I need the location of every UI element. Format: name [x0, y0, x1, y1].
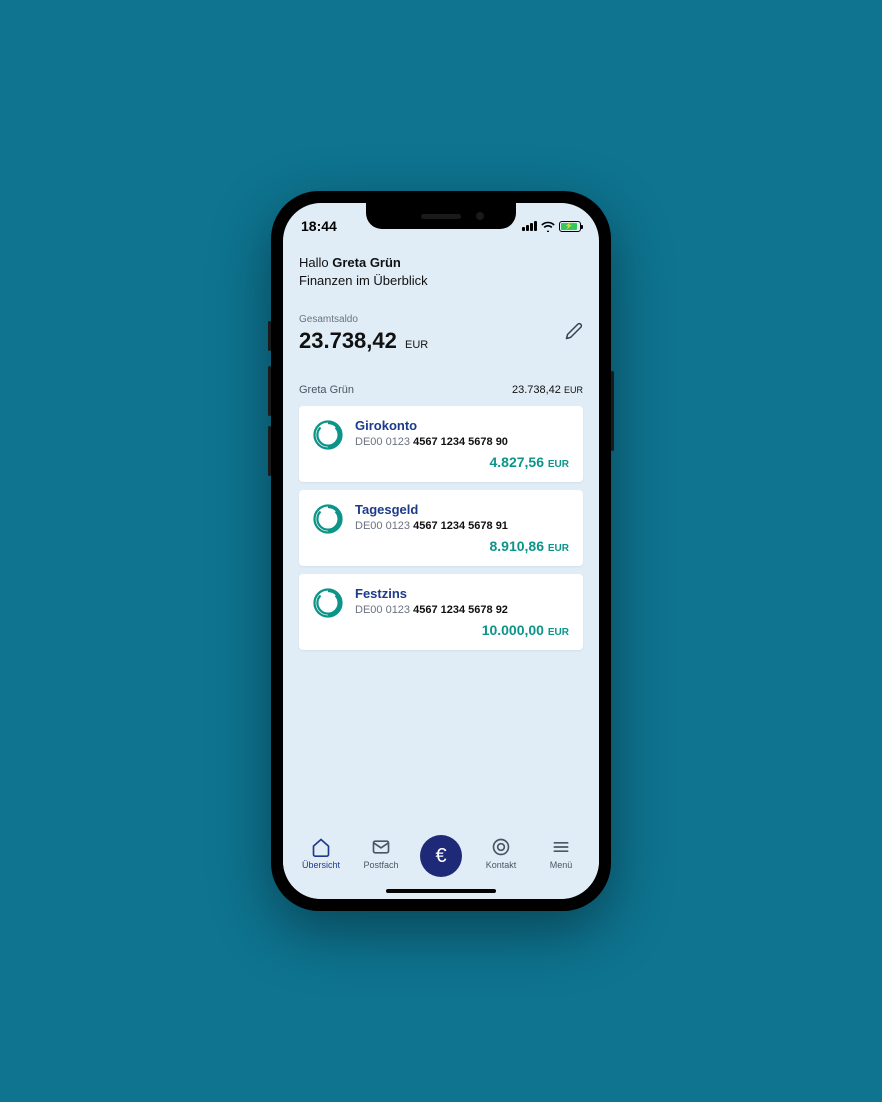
home-icon — [311, 837, 331, 857]
euro-icon: € — [420, 835, 462, 877]
page-subtitle: Finanzen im Überblick — [299, 273, 583, 288]
account-card[interactable]: Festzins DE00 0123 4567 1234 5678 92 10.… — [299, 574, 583, 650]
signal-icon — [522, 221, 537, 231]
account-balance: 4.827,56 EUR — [355, 454, 569, 470]
tab-contact[interactable]: Kontakt — [471, 837, 531, 870]
bank-logo-icon — [313, 420, 343, 450]
menu-icon — [551, 837, 571, 857]
user-name: Greta Grün — [332, 255, 401, 270]
side-button — [268, 426, 271, 476]
mail-icon — [371, 837, 391, 857]
total-label: Gesamtsaldo — [299, 314, 428, 325]
owner-amount: 23.738,42 EUR — [512, 384, 583, 396]
tab-menu[interactable]: Menü — [531, 837, 591, 870]
account-balance: 10.000,00 EUR — [355, 622, 569, 638]
main-content: Hallo Greta Grün Finanzen im Überblick G… — [283, 241, 599, 829]
side-button — [611, 371, 614, 451]
tab-transfer[interactable]: € — [411, 837, 471, 877]
edit-icon[interactable] — [565, 322, 583, 340]
account-balance: 8.910,86 EUR — [355, 538, 569, 554]
tab-inbox[interactable]: Postfach — [351, 837, 411, 870]
screen: 18:44 ⚡ Hallo Greta Grün Finanzen im Übe… — [283, 203, 599, 899]
account-title: Tagesgeld — [355, 502, 569, 517]
bank-logo-icon — [313, 504, 343, 534]
greeting: Hallo Greta Grün — [299, 255, 583, 270]
account-card[interactable]: Girokonto DE00 0123 4567 1234 5678 90 4.… — [299, 406, 583, 482]
total-amount: 23.738,42 EUR — [299, 328, 428, 354]
side-button — [268, 366, 271, 416]
owner-summary: Greta Grün 23.738,42 EUR — [299, 384, 583, 396]
battery-icon: ⚡ — [559, 221, 581, 232]
bank-logo-icon — [313, 588, 343, 618]
status-time: 18:44 — [301, 218, 337, 234]
wifi-icon — [541, 221, 555, 232]
owner-name: Greta Grün — [299, 384, 354, 396]
account-iban: DE00 0123 4567 1234 5678 92 — [355, 604, 569, 616]
account-title: Festzins — [355, 586, 569, 601]
account-iban: DE00 0123 4567 1234 5678 91 — [355, 520, 569, 532]
side-button — [268, 321, 271, 351]
home-indicator[interactable] — [386, 889, 496, 893]
headset-icon — [491, 837, 511, 857]
account-iban: DE00 0123 4567 1234 5678 90 — [355, 436, 569, 448]
tab-overview[interactable]: Übersicht — [291, 837, 351, 870]
phone-frame: 18:44 ⚡ Hallo Greta Grün Finanzen im Übe… — [271, 191, 611, 911]
account-card[interactable]: Tagesgeld DE00 0123 4567 1234 5678 91 8.… — [299, 490, 583, 566]
notch — [366, 203, 516, 229]
account-title: Girokonto — [355, 418, 569, 433]
